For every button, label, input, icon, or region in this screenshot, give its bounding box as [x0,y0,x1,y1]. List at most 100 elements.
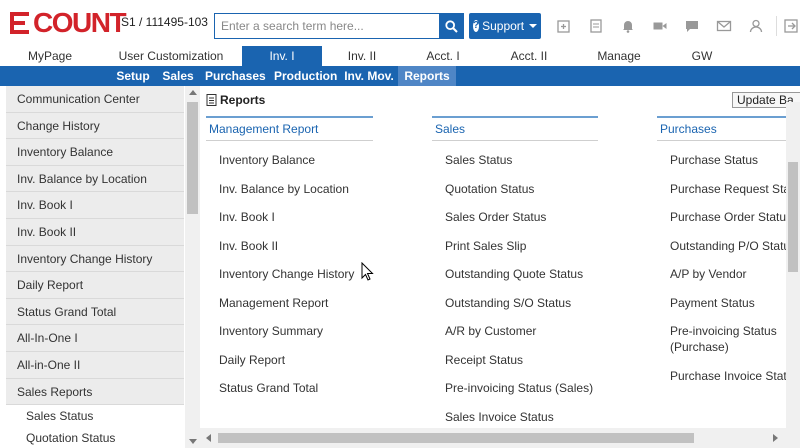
new-window-button[interactable] [548,14,580,38]
report-link[interactable]: Inventory Summary [219,323,373,339]
sidebar-item-all-in-one-i[interactable]: All-In-One I [6,325,184,352]
report-link[interactable]: Pre-invoicing Status (Sales) [445,380,598,396]
report-link[interactable]: Sales Status [445,152,598,168]
video-icon [653,22,667,30]
tab-acct-ii[interactable]: Acct. II [484,46,574,66]
report-link[interactable]: Receipt Status [445,352,598,368]
report-link[interactable]: Purchase Invoice Status [670,368,799,384]
tab-acct-i[interactable]: Acct. I [402,46,484,66]
report-link[interactable]: Outstanding S/O Status [445,295,598,311]
report-link[interactable]: Outstanding Quote Status [445,266,598,282]
scroll-left-arrow-icon[interactable] [206,434,211,442]
mail-icon [716,20,732,32]
search-input[interactable] [215,14,439,38]
column-heading: Sales [432,116,598,141]
report-link[interactable]: Payment Status [670,295,787,311]
tab-mypage[interactable]: MyPage [0,46,100,66]
sidebar-list: Communication Center Change History Inve… [6,86,184,448]
scroll-right-arrow-icon[interactable] [773,434,778,442]
report-link[interactable]: Purchase Request Status [670,181,800,197]
subtab-production[interactable]: Production [274,66,337,86]
chevron-down-icon [529,24,538,28]
reports-panel: Reports Update Ba Management Report Inve… [200,86,800,448]
tab-manage[interactable]: Manage [574,46,664,66]
subtab-purchases[interactable]: Purchases [205,66,266,86]
sidebar-scrollbar[interactable] [185,86,200,448]
sidebar-item-inv-balance-by-location[interactable]: Inv. Balance by Location [6,165,184,193]
report-link[interactable]: Inv. Book II [219,238,373,254]
report-link[interactable]: Purchase Order Status [670,209,792,225]
report-link[interactable]: Sales Invoice Status [445,409,598,425]
sidebar-subitem-sales-status[interactable]: Sales Status [6,405,184,428]
report-link[interactable]: Inventory Change History [219,266,373,282]
report-link[interactable]: Inv. Balance by Location [219,181,373,197]
sidebar-item-status-grand-total[interactable]: Status Grand Total [6,298,184,326]
tab-inv-ii[interactable]: Inv. II [322,46,402,66]
page-title-text: Reports [220,93,266,107]
support-label: Support [482,19,525,33]
report-link[interactable]: Purchase Status [670,152,787,168]
sidebar-item-communication-center[interactable]: Communication Center [6,86,184,113]
bell-icon [623,21,633,33]
notifications-button[interactable] [612,14,644,38]
document-icon [590,19,602,33]
logout-button[interactable] [781,14,800,38]
tab-gw[interactable]: GW [664,46,740,66]
sidebar-item-inv-book-i[interactable]: Inv. Book I [6,192,184,219]
support-button[interactable]: ? Support [469,13,541,39]
scroll-down-arrow-icon[interactable] [189,439,197,444]
report-link[interactable]: Daily Report [219,352,373,368]
subtab-sales[interactable]: Sales [159,66,197,86]
top-bar: COUNT S1 / 111495-103 ? Support [0,0,800,46]
user-button[interactable] [740,14,772,38]
mouse-cursor-icon [361,262,374,281]
video-button[interactable] [644,14,676,38]
company-info: S1 / 111495-103 [121,15,208,29]
report-link[interactable]: Print Sales Slip [445,238,598,254]
report-link[interactable]: Inventory Balance [219,152,373,168]
content-hscroll-thumb[interactable] [218,433,694,443]
sidebar-subitem-quotation-status[interactable]: Quotation Status [6,427,184,448]
tab-inv-i[interactable]: Inv. I [242,46,322,66]
sidebar-scroll-thumb[interactable] [187,102,198,214]
toolbar-divider [776,16,777,36]
link-list: Purchase Status Purchase Request Status … [657,152,800,384]
chat-button[interactable] [676,14,708,38]
sidebar-item-all-in-one-ii[interactable]: All-in-One II [6,351,184,379]
report-link[interactable]: Pre-invoicing Status (Purchase) [670,323,780,355]
page-title: Reports [206,93,265,107]
sidebar-item-inventory-balance[interactable]: Inventory Balance [6,139,184,166]
mail-button[interactable] [708,14,740,38]
report-link[interactable]: Status Grand Total [219,380,373,396]
content-vscroll-thumb[interactable] [788,162,798,272]
content-horizontal-scrollbar[interactable] [200,428,800,448]
subtab-setup[interactable]: Setup [113,66,153,86]
sidebar-item-inv-book-ii[interactable]: Inv. Book II [6,218,184,246]
subtab-inv-mov[interactable]: Inv. Mov. [342,66,396,86]
report-link[interactable]: Outstanding P/O Status [670,238,796,254]
column-purchases: Purchases Purchase Status Purchase Reque… [657,116,800,396]
new-window-icon [557,20,570,33]
report-link[interactable]: Management Report [219,295,373,311]
subtab-reports[interactable]: Reports [398,66,456,86]
report-link[interactable]: Sales Order Status [445,209,598,225]
search-box [214,13,464,39]
ecount-logo[interactable]: COUNT [10,7,127,38]
sidebar-item-inventory-change-history[interactable]: Inventory Change History [6,245,184,273]
link-list: Sales Status Quotation Status Sales Orde… [432,152,598,425]
scroll-up-arrow-icon[interactable] [189,90,197,95]
column-heading: Management Report [206,116,373,141]
sidebar-item-sales-reports[interactable]: Sales Reports [6,378,184,406]
sidebar-item-change-history[interactable]: Change History [6,112,184,140]
content-vertical-scrollbar[interactable] [786,102,800,428]
document-button[interactable] [580,14,612,38]
report-link[interactable]: Quotation Status [445,181,598,197]
sidebar-item-daily-report[interactable]: Daily Report [6,272,184,299]
report-link[interactable]: Inv. Book I [219,209,373,225]
search-button[interactable] [439,14,463,38]
chat-icon [686,21,698,32]
report-link[interactable]: A/R by Customer [445,323,598,339]
main-nav: MyPage User Customization Inv. I Inv. II… [0,46,800,66]
tab-user-customization[interactable]: User Customization [100,46,242,66]
report-link[interactable]: A/P by Vendor [670,266,787,282]
